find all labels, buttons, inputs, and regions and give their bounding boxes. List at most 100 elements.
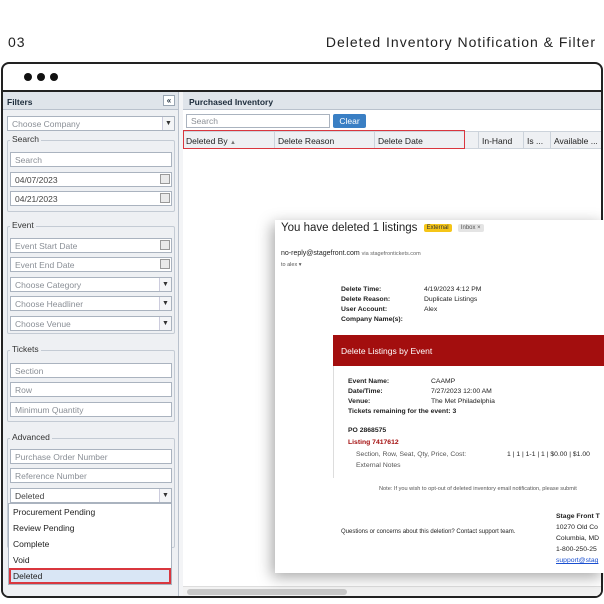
external-tag: External (423, 223, 452, 232)
email-sender: no-reply@stagefront.com via stagefrontic… (281, 250, 421, 257)
status-dropdown-list: Procurement Pending Review Pending Compl… (8, 503, 172, 585)
date-from-field[interactable]: 04/07/2023 (10, 172, 172, 187)
highlight-box (183, 130, 465, 149)
headliner-select[interactable]: Choose Headliner ▼ (10, 296, 172, 311)
window-titlebar (3, 64, 601, 92)
company-select-value: Choose Company (12, 119, 81, 129)
filters-title: Filters (7, 97, 33, 107)
slide-title: Deleted Inventory Notification & Filter (325, 34, 596, 50)
status-select-value: Deleted (15, 491, 45, 501)
event-key: Date/Time: (348, 388, 383, 395)
inventory-search-input[interactable]: Search (186, 114, 330, 128)
calendar-icon[interactable] (160, 174, 170, 184)
venue-select-value: Choose Venue (15, 319, 71, 329)
detail-value: Alex (424, 306, 438, 313)
email-notification: You have deleted 1 listings External Inb… (275, 220, 604, 573)
event-value: The Met Philadelphia (431, 398, 495, 405)
inventory-title: Purchased Inventory (189, 97, 274, 107)
status-option[interactable]: Review Pending (9, 520, 171, 536)
support-email-link[interactable]: support@stag (556, 557, 598, 564)
filters-panel: Filters « Choose Company ▼ Search Search… (3, 92, 179, 596)
listing-id: Listing 7417612 (348, 439, 399, 446)
detail-value: 4/19/2023 4:12 PM (424, 286, 482, 293)
column-in-hand[interactable]: In-Hand (479, 132, 524, 148)
row-placeholder: Row (15, 385, 33, 395)
slide-number: 03 (8, 34, 26, 50)
filter-search-input[interactable]: Search (10, 152, 172, 167)
event-end-placeholder: Event End Date (15, 260, 75, 270)
external-notes: External Notes (356, 462, 401, 469)
date-from-value: 04/07/2023 (15, 175, 58, 185)
status-option[interactable]: Complete (9, 536, 171, 552)
calendar-icon[interactable] (160, 240, 170, 250)
headliner-select-value: Choose Headliner (15, 299, 84, 309)
detail-key: Delete Reason: (341, 296, 391, 303)
date-to-value: 04/21/2023 (15, 194, 58, 204)
email-subject: You have deleted 1 listings (281, 222, 418, 234)
filter-search-placeholder: Search (15, 155, 42, 165)
sender-via: via stagefrontickets.com (361, 251, 421, 257)
tickets-remaining: Tickets remaining for the event: 3 (348, 408, 457, 415)
category-select-value: Choose Category (15, 280, 82, 290)
email-recipient[interactable]: to alex ▾ (281, 262, 302, 268)
company-select[interactable]: Choose Company ▼ (7, 116, 175, 131)
event-start-date-field[interactable]: Event Start Date (10, 238, 172, 253)
event-value: CAAMP (431, 378, 456, 385)
company-phone: 1-800-250-25 (556, 546, 597, 553)
window-dot-icon (37, 73, 45, 81)
min-quantity-field[interactable]: Minimum Quantity (10, 402, 172, 417)
status-select[interactable]: Deleted ▼ (10, 488, 172, 503)
venue-select[interactable]: Choose Venue ▼ (10, 316, 172, 331)
listing-fields: Section, Row, Seat, Qty, Price, Cost: (356, 451, 467, 458)
event-end-date-field[interactable]: Event End Date (10, 257, 172, 272)
event-value: 7/27/2023 12:00 AM (431, 388, 492, 395)
section-placeholder: Section (15, 366, 44, 376)
event-key: Event Name: (348, 378, 390, 385)
reference-number-placeholder: Reference Number (15, 471, 87, 481)
chevron-down-icon: ▼ (159, 278, 171, 291)
row-field[interactable]: Row (10, 382, 172, 397)
advanced-group-label: Advanced (10, 432, 52, 442)
column-available[interactable]: Available ... (551, 132, 601, 148)
calendar-icon[interactable] (160, 259, 170, 269)
min-quantity-placeholder: Minimum Quantity (15, 405, 84, 415)
reference-number-field[interactable]: Reference Number (10, 468, 172, 483)
event-key: Venue: (348, 398, 371, 405)
window-dot-icon (50, 73, 58, 81)
date-to-field[interactable]: 04/21/2023 (10, 191, 172, 206)
optout-note: Note: If you wish to opt-out of deleted … (379, 486, 577, 492)
calendar-icon[interactable] (160, 193, 170, 203)
chevron-down-icon: ▼ (159, 297, 171, 310)
listing-values: 1 | 1 | 1-1 | 1 | $0.00 | $1.00 (507, 451, 590, 458)
detail-key: User Account: (341, 306, 388, 313)
filters-header: Filters « (3, 92, 178, 110)
chevron-down-icon: ▼ (162, 117, 174, 130)
chevron-down-icon: ▼ (159, 489, 171, 502)
scrollbar-thumb[interactable] (187, 589, 347, 595)
tickets-group-label: Tickets (10, 344, 41, 354)
event-group-label: Event (10, 220, 36, 230)
po-number: PO 2868575 (348, 427, 387, 434)
po-number-field[interactable]: Purchase Order Number (10, 449, 172, 464)
event-start-placeholder: Event Start Date (15, 241, 78, 251)
chevron-down-icon: ▼ (159, 317, 171, 330)
section-field[interactable]: Section (10, 363, 172, 378)
horizontal-scrollbar[interactable] (183, 586, 601, 596)
company-name: Stage Front T (556, 513, 600, 520)
inbox-tag[interactable]: Inbox × (457, 223, 484, 232)
detail-key: Delete Time: (341, 286, 382, 293)
column-is[interactable]: Is ... (524, 132, 551, 148)
detail-value: Duplicate Listings (424, 296, 478, 303)
company-city: Columbia, MD (556, 535, 600, 542)
detail-key: Company Name(s): (341, 316, 403, 323)
status-option[interactable]: Void (9, 552, 171, 568)
clear-button[interactable]: Clear (333, 114, 366, 128)
questions-text: Questions or concerns about this deletio… (341, 529, 516, 535)
window-dot-icon (24, 73, 32, 81)
sender-address: no-reply@stagefront.com (281, 250, 360, 257)
status-option[interactable]: Procurement Pending (9, 504, 171, 520)
company-address: 10270 Old Co (556, 524, 598, 531)
collapse-icon[interactable]: « (163, 95, 175, 106)
category-select[interactable]: Choose Category ▼ (10, 277, 172, 292)
status-option-deleted[interactable]: Deleted (9, 568, 171, 584)
